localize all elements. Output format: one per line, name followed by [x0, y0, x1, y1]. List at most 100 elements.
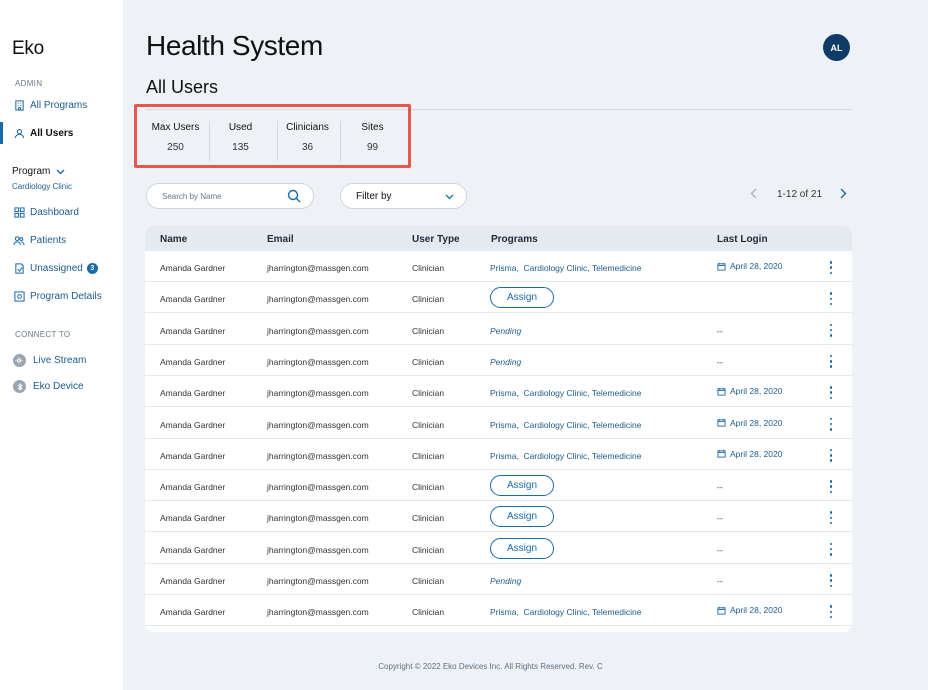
table-row[interactable]: Amanda Gardner jharrington@massgen.com Cli…: [145, 501, 852, 533]
sidebar-item-patients[interactable]: Patients: [0, 229, 123, 251]
table-row[interactable]: Amanda Gardner jharrington@massgen.com Cli…: [145, 282, 852, 314]
more-options-icon[interactable]: [828, 574, 834, 587]
cell-email: jharrington@massgen.com: [267, 482, 369, 493]
stat-label: Clinicians: [286, 122, 329, 133]
more-options-icon[interactable]: [828, 261, 834, 274]
sidebar-item-program-details[interactable]: Program Details: [0, 285, 123, 307]
cell-name: Amanda Gardner: [160, 263, 226, 273]
cell-name: Amanda Gardner: [160, 576, 226, 586]
column-header-last-login[interactable]: Last Login: [717, 234, 768, 245]
sidebar-item-all-users[interactable]: All Users: [0, 122, 123, 144]
cell-name: Amanda Gardner: [160, 513, 226, 524]
cell-last-login: --: [717, 325, 723, 336]
sidebar-item-dashboard[interactable]: Dashboard: [0, 201, 123, 223]
more-options-icon[interactable]: [828, 323, 834, 337]
connect-section-label: CONNECT TO: [15, 330, 71, 339]
chevron-down-icon: [445, 192, 454, 203]
cell-user-type: Clinician: [412, 356, 445, 367]
calendar-icon: [717, 606, 730, 615]
sidebar-item-all-programs[interactable]: All Programs: [0, 94, 123, 116]
cell-email: jharrington@massgen.com: [267, 325, 369, 336]
table-row[interactable]: Amanda Gardner jharrington@massgen.com Cli…: [145, 314, 852, 345]
stat-label: Used: [228, 122, 253, 133]
connect-eko-device[interactable]: Eko Device: [13, 380, 84, 393]
cell-last-login: April 28, 2020: [717, 449, 782, 459]
cell-name: Amanda Gardner: [160, 325, 226, 336]
stat-divider: [340, 121, 341, 161]
column-header-email[interactable]: Email: [267, 234, 294, 245]
avatar[interactable]: AL: [823, 34, 850, 61]
assign-button[interactable]: Assign: [490, 506, 554, 528]
filter-label: Filter by: [356, 190, 392, 202]
table-row[interactable]: Amanda Gardner jharrington@massgen.com Cli…: [145, 439, 852, 470]
cell-user-type: Clinician: [412, 607, 445, 618]
table-row[interactable]: Amanda Gardner jharrington@massgen.com Cli…: [145, 345, 852, 376]
cell-programs-pending: Pending: [490, 576, 522, 586]
section-title: All Users: [146, 77, 219, 97]
table-row[interactable]: Amanda Gardner jharrington@massgen.com Cli…: [145, 376, 852, 408]
stat-value: 36: [301, 142, 314, 153]
table-row[interactable]: Amanda Gardner jharrington@massgen.com Cli…: [145, 564, 852, 595]
calendar-icon: [717, 449, 730, 458]
assign-button[interactable]: Assign: [490, 475, 554, 497]
cell-email: jharrington@massgen.com: [267, 388, 369, 399]
cell-name: Amanda Gardner: [160, 544, 226, 555]
column-header-programs[interactable]: Programs: [491, 234, 538, 245]
table-row[interactable]: Amanda Gardner jharrington@massgen.com Cli…: [145, 470, 852, 502]
last-login-date: April 28, 2020: [730, 261, 783, 271]
connect-item-label: Eko Device: [33, 381, 84, 392]
last-login-date: April 28, 2020: [730, 448, 783, 459]
last-login-date: April 28, 2020: [730, 605, 783, 616]
cell-name: Amanda Gardner: [160, 482, 226, 493]
next-page-icon[interactable]: [840, 188, 847, 202]
cell-programs-pending: Pending: [490, 356, 522, 367]
more-options-icon[interactable]: [828, 354, 834, 368]
grid-icon: [13, 206, 25, 218]
more-options-icon[interactable]: [828, 511, 834, 525]
connect-live-stream[interactable]: Live Stream: [13, 354, 86, 367]
more-options-icon[interactable]: [828, 605, 834, 619]
users-table: Name Email User Type Programs Last Login…: [145, 226, 852, 632]
column-header-name[interactable]: Name: [160, 234, 187, 245]
filter-dropdown[interactable]: Filter by: [340, 183, 467, 209]
sidebar-item-unassigned[interactable]: Unassigned 3: [0, 257, 123, 279]
more-options-icon[interactable]: [828, 386, 834, 400]
search-input[interactable]: [162, 191, 282, 201]
more-options-icon[interactable]: [828, 448, 834, 462]
cell-email: jharrington@massgen.com: [267, 263, 369, 273]
cell-email: jharrington@massgen.com: [267, 450, 369, 461]
stat-sites: Sites 99: [350, 122, 395, 153]
cell-user-type: Clinician: [412, 544, 445, 555]
stat-max-users: Max Users 250: [148, 122, 203, 153]
cell-user-type: Clinician: [412, 482, 445, 493]
table-row[interactable]: Amanda Gardner jharrington@massgen.com Cli…: [145, 408, 852, 439]
cell-name: Amanda Gardner: [160, 294, 226, 305]
stream-icon: [13, 354, 26, 367]
program-selector[interactable]: Program: [12, 166, 65, 177]
more-options-icon[interactable]: [828, 480, 834, 494]
prev-page-icon[interactable]: [750, 188, 757, 202]
cell-user-type: Clinician: [412, 576, 445, 586]
footer-copyright: Copyright © 2022 Eko Devices Inc. All Ri…: [378, 662, 603, 671]
table-header: Name Email User Type Programs Last Login: [145, 226, 852, 251]
search-icon[interactable]: [287, 189, 301, 208]
program-name: Cardiology Clinic: [12, 182, 73, 191]
assign-button[interactable]: Assign: [490, 537, 554, 559]
table-row[interactable]: Amanda Gardner jharrington@massgen.com Cli…: [145, 595, 852, 627]
sidebar-item-label: All Programs: [30, 99, 88, 111]
stat-value: 99: [366, 142, 379, 153]
chevron-down-icon: [56, 169, 65, 175]
more-options-icon[interactable]: [828, 417, 834, 431]
more-options-icon[interactable]: [828, 292, 834, 306]
cell-user-type: Clinician: [412, 294, 445, 305]
cell-email: jharrington@massgen.com: [267, 544, 369, 555]
stat-value: 135: [232, 142, 249, 153]
cell-programs: Prisma, Cardiology Clinic, Telemedicine: [490, 419, 642, 430]
table-row[interactable]: Amanda Gardner jharrington@massgen.com Cli…: [145, 533, 852, 564]
column-header-user-type[interactable]: User Type: [412, 234, 460, 245]
search-box[interactable]: [146, 183, 314, 209]
table-row[interactable]: Amanda Gardner jharrington@massgen.com Cli…: [145, 251, 852, 282]
assign-button[interactable]: Assign: [490, 287, 554, 309]
pagination-range: 1-12 of 21: [777, 189, 823, 200]
more-options-icon[interactable]: [828, 542, 834, 556]
